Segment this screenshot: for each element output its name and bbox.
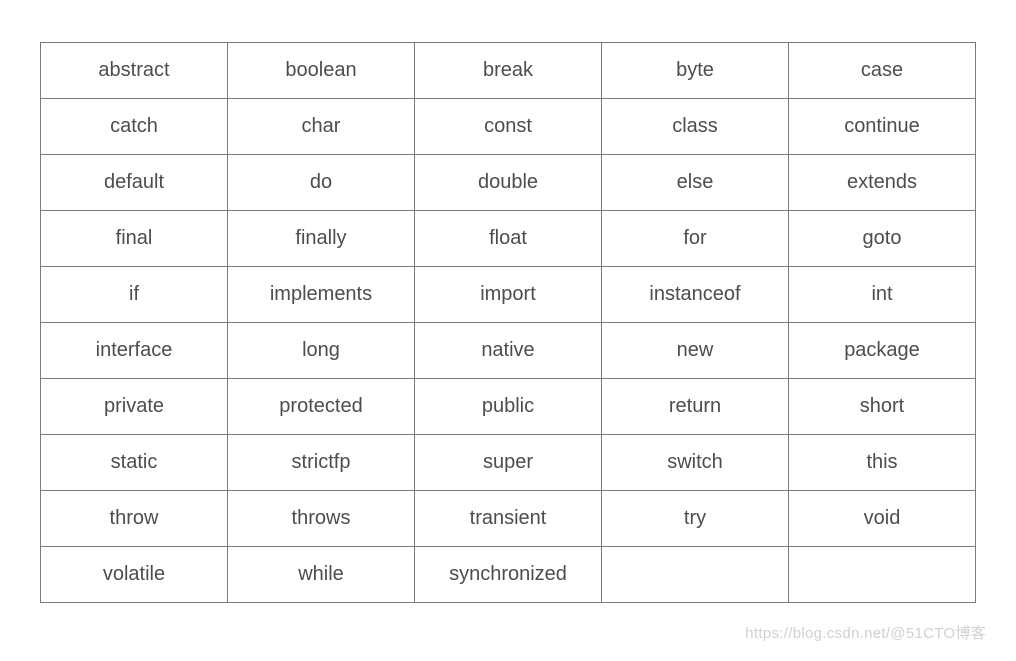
keyword-cell: catch [41, 99, 228, 155]
keyword-cell: import [415, 267, 602, 323]
keyword-cell: super [415, 435, 602, 491]
keyword-cell: throw [41, 491, 228, 547]
table-row: catch char const class continue [41, 99, 976, 155]
table-row: private protected public return short [41, 379, 976, 435]
table-row: throw throws transient try void [41, 491, 976, 547]
keyword-cell: switch [602, 435, 789, 491]
keyword-cell: continue [789, 99, 976, 155]
keyword-cell: float [415, 211, 602, 267]
keyword-cell: this [789, 435, 976, 491]
keyword-cell: break [415, 43, 602, 99]
keyword-cell: void [789, 491, 976, 547]
keyword-cell [602, 547, 789, 603]
keyword-cell: synchronized [415, 547, 602, 603]
keyword-cell: transient [415, 491, 602, 547]
table-row: default do double else extends [41, 155, 976, 211]
keyword-cell: do [228, 155, 415, 211]
keyword-cell: private [41, 379, 228, 435]
keyword-cell: byte [602, 43, 789, 99]
keyword-cell: new [602, 323, 789, 379]
keyword-cell: boolean [228, 43, 415, 99]
keyword-cell: native [415, 323, 602, 379]
keyword-cell: double [415, 155, 602, 211]
keyword-cell: short [789, 379, 976, 435]
keyword-cell: long [228, 323, 415, 379]
keyword-cell: extends [789, 155, 976, 211]
keyword-cell: strictfp [228, 435, 415, 491]
keyword-cell: if [41, 267, 228, 323]
keyword-cell: package [789, 323, 976, 379]
table-row: interface long native new package [41, 323, 976, 379]
keyword-cell: char [228, 99, 415, 155]
watermark-text: https://blog.csdn.net/@51CTO博客 [745, 622, 986, 643]
keyword-cell: interface [41, 323, 228, 379]
keyword-cell: const [415, 99, 602, 155]
table-row: if implements import instanceof int [41, 267, 976, 323]
keyword-cell [789, 547, 976, 603]
keyword-cell: while [228, 547, 415, 603]
table-body: abstract boolean break byte case catch c… [41, 43, 976, 603]
java-keywords-table: abstract boolean break byte case catch c… [40, 42, 976, 603]
keyword-cell: case [789, 43, 976, 99]
table-row: static strictfp super switch this [41, 435, 976, 491]
keyword-cell: try [602, 491, 789, 547]
keyword-cell: default [41, 155, 228, 211]
keyword-cell: finally [228, 211, 415, 267]
keyword-cell: class [602, 99, 789, 155]
keyword-cell: abstract [41, 43, 228, 99]
keyword-cell: static [41, 435, 228, 491]
keyword-cell: else [602, 155, 789, 211]
keyword-cell: final [41, 211, 228, 267]
keyword-cell: return [602, 379, 789, 435]
table-row: abstract boolean break byte case [41, 43, 976, 99]
keyword-cell: int [789, 267, 976, 323]
keyword-cell: protected [228, 379, 415, 435]
keyword-cell: throws [228, 491, 415, 547]
keyword-cell: public [415, 379, 602, 435]
keyword-cell: goto [789, 211, 976, 267]
table-row: volatile while synchronized [41, 547, 976, 603]
keyword-cell: for [602, 211, 789, 267]
table-row: final finally float for goto [41, 211, 976, 267]
keyword-cell: instanceof [602, 267, 789, 323]
keyword-cell: volatile [41, 547, 228, 603]
keyword-cell: implements [228, 267, 415, 323]
